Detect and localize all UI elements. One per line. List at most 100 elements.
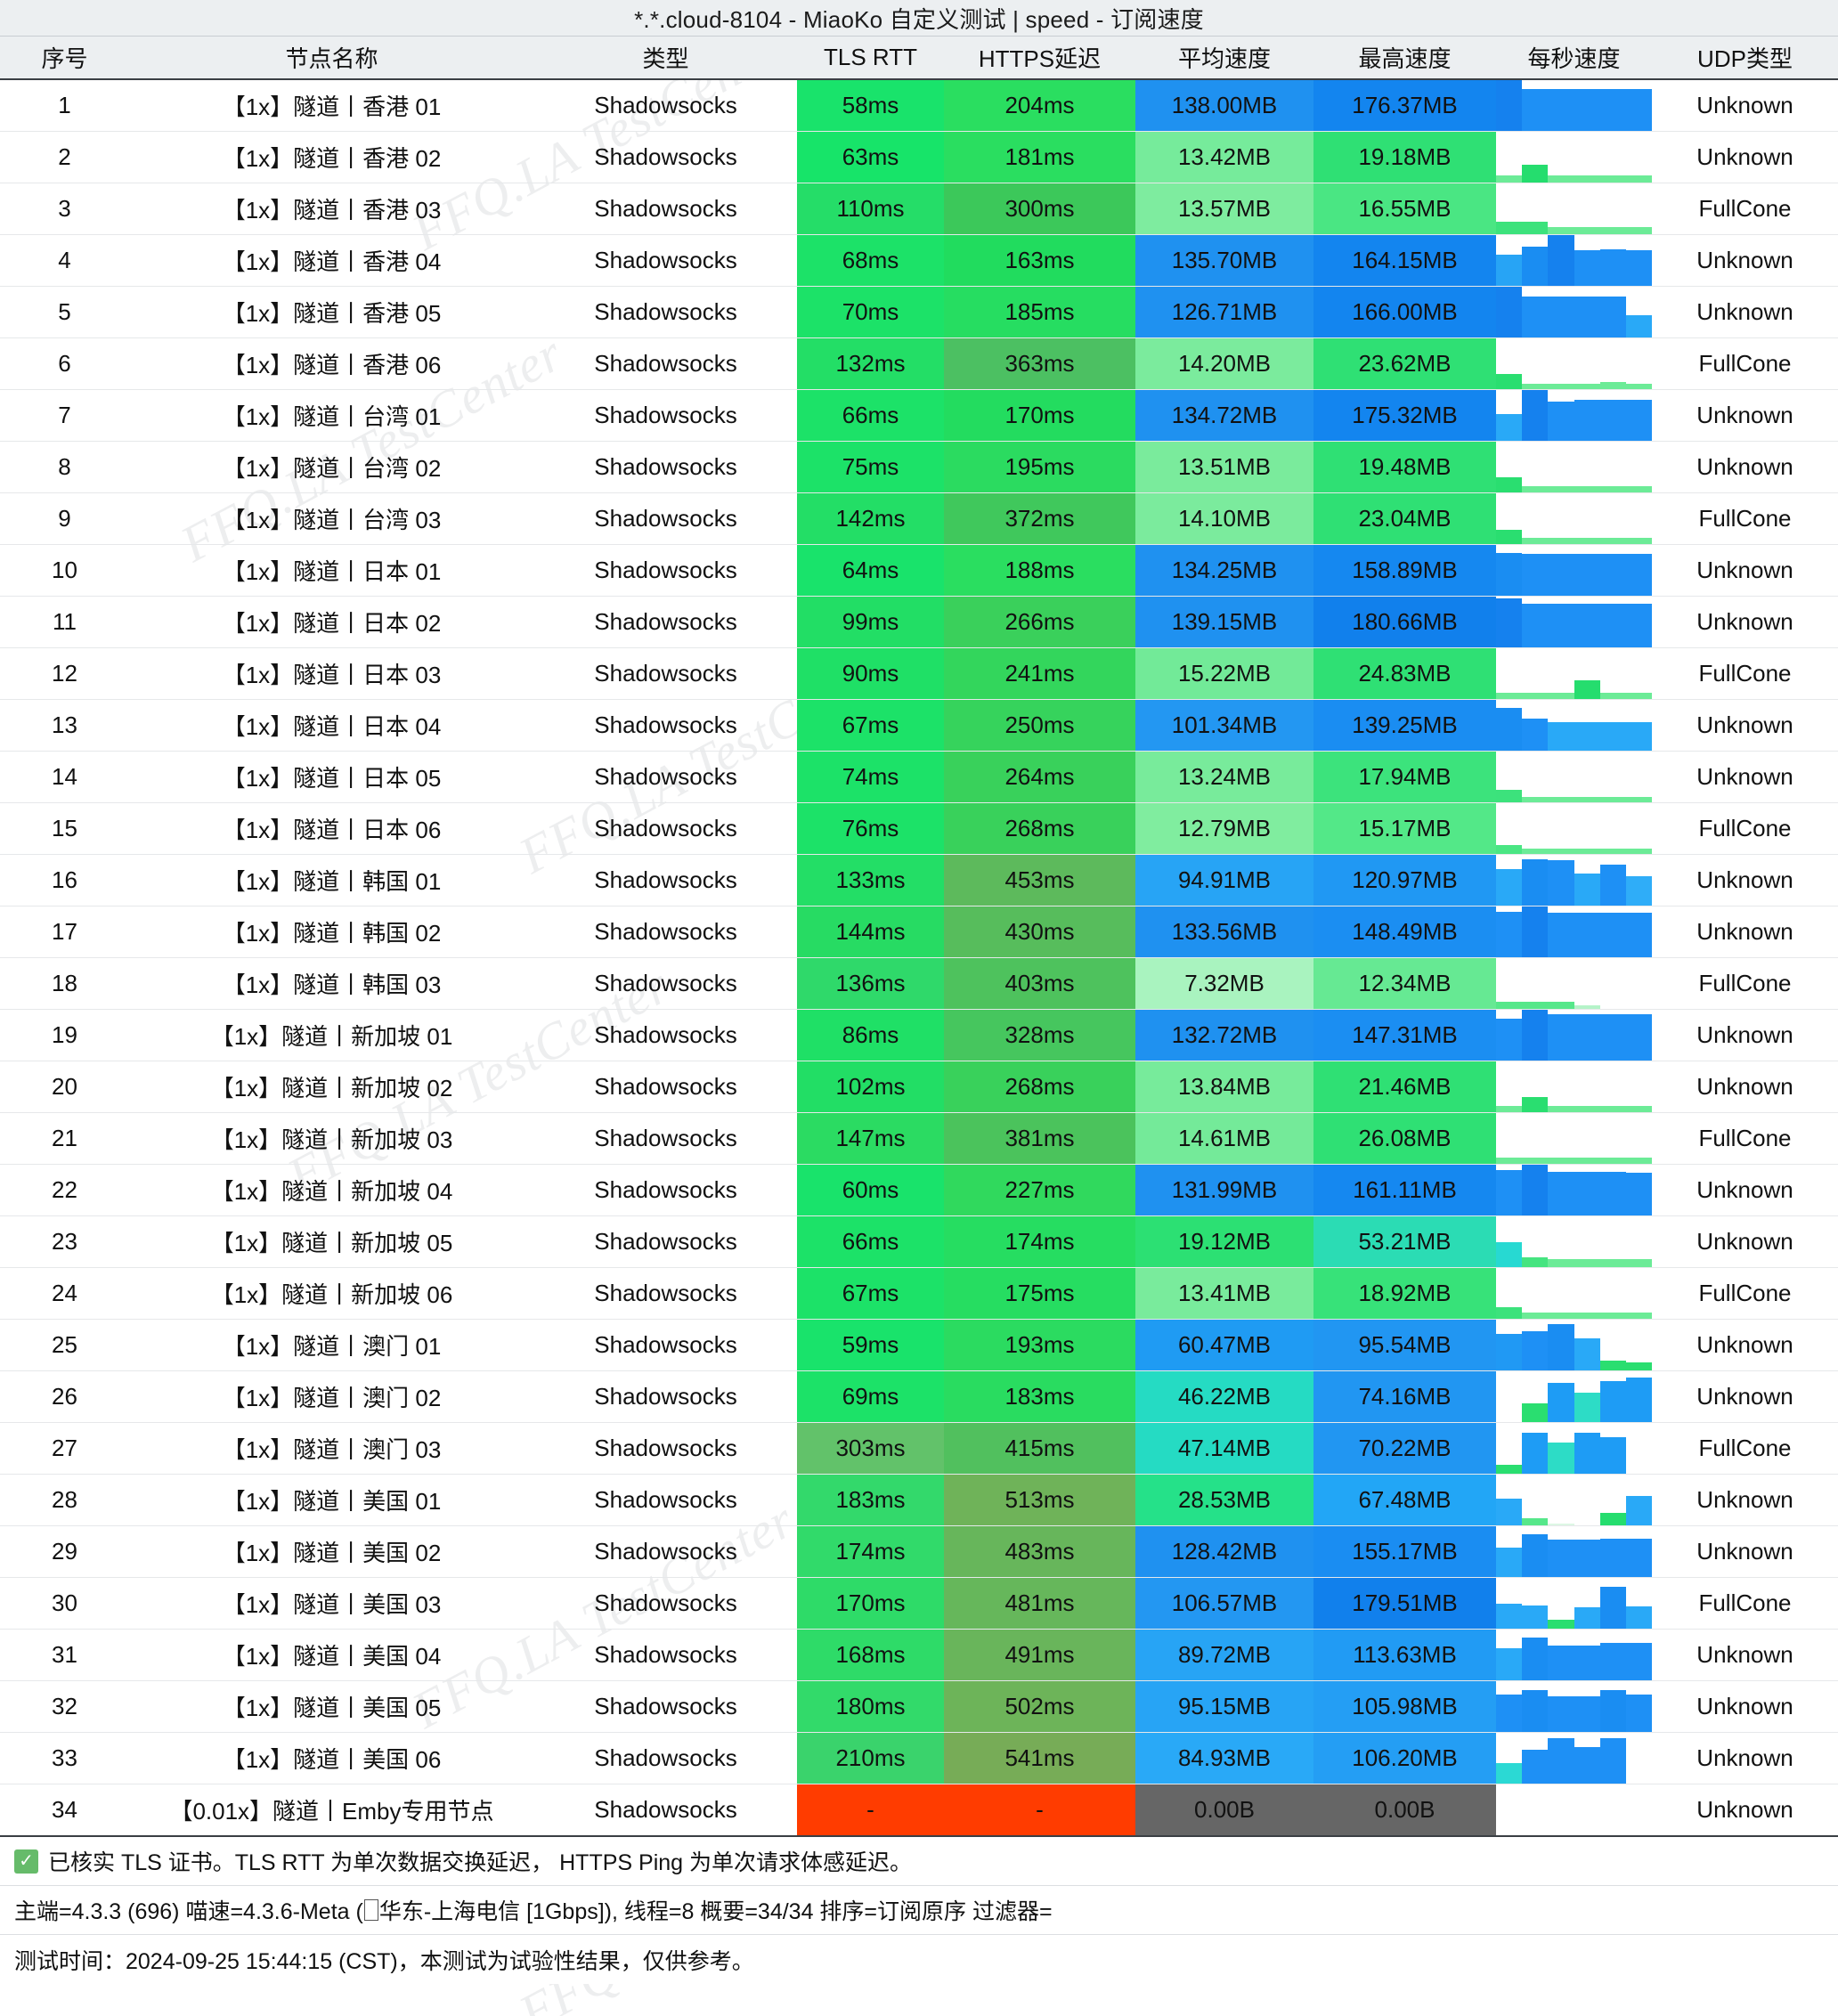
table-row[interactable]: 2 【1x】隧道丨香港 02 Shadowsocks 63ms 181ms 13.42MB…: [0, 131, 1838, 183]
sparkline-bar: [1625, 1158, 1652, 1164]
table-row[interactable]: 26 【1x】隧道丨澳门 02 Shadowsocks 69ms 183ms 46.22M…: [0, 1370, 1838, 1423]
table-row[interactable]: 23 【1x】隧道丨新加坡 05 Shadowsocks 66ms 174ms 19.12…: [0, 1215, 1838, 1268]
table-row[interactable]: 22 【1x】隧道丨新加坡 04 Shadowsocks 60ms 227ms 131.9…: [0, 1164, 1838, 1216]
sparkline-bar: [1496, 221, 1523, 234]
column-header-index[interactable]: 序号: [0, 37, 129, 80]
row-node-type: Shadowsocks: [534, 802, 797, 855]
row-udp-type: Unknown: [1652, 441, 1838, 493]
sparkline-bar: [1574, 912, 1600, 957]
sparkline-bar: [1574, 848, 1600, 854]
row-tls-rtt: 174ms: [797, 1525, 944, 1578]
row-node-type: Shadowsocks: [534, 1680, 797, 1733]
row-avg-speed: 7.32MB: [1135, 957, 1313, 1010]
table-row[interactable]: 28 【1x】隧道丨美国 01 Shadowsocks 183ms 513ms 28.53…: [0, 1474, 1838, 1526]
table-row[interactable]: 6 【1x】隧道丨香港 06 Shadowsocks 132ms 363ms 14.20M…: [0, 337, 1838, 390]
table-row[interactable]: 24 【1x】隧道丨新加坡 06 Shadowsocks 67ms 175ms 13.41…: [0, 1267, 1838, 1320]
sparkline-bar: [1574, 227, 1600, 234]
sparkline-bar: [1496, 373, 1523, 389]
table-row[interactable]: 4 【1x】隧道丨香港 04 Shadowsocks 68ms 163ms 135.70M…: [0, 234, 1838, 287]
row-avg-speed: 126.71MB: [1135, 286, 1313, 338]
table-row[interactable]: 8 【1x】隧道丨台湾 02 Shadowsocks 75ms 195ms 13.51MB…: [0, 441, 1838, 493]
table-row[interactable]: 3 【1x】隧道丨香港 03 Shadowsocks 110ms 300ms 13.57M…: [0, 183, 1838, 235]
row-avg-speed: 135.70MB: [1135, 234, 1313, 287]
row-index: 16: [0, 854, 129, 906]
sparkline-bar: [1574, 1005, 1600, 1009]
table-row[interactable]: 31 【1x】隧道丨美国 04 Shadowsocks 168ms 491ms 89.72…: [0, 1629, 1838, 1681]
sparkline-bar: [1496, 790, 1523, 802]
row-max-speed: 113.63MB: [1313, 1629, 1496, 1681]
table-row[interactable]: 15 【1x】隧道丨日本 06 Shadowsocks 76ms 268ms 12.79M…: [0, 802, 1838, 855]
row-index: 14: [0, 751, 129, 803]
table-row[interactable]: 10 【1x】隧道丨日本 01 Shadowsocks 64ms 188ms 134.25…: [0, 544, 1838, 597]
column-header-name[interactable]: 节点名称: [129, 37, 534, 80]
sparkline-bar: [1522, 383, 1549, 389]
row-tls-rtt: 60ms: [797, 1164, 944, 1216]
table-row[interactable]: 25 【1x】隧道丨澳门 01 Shadowsocks 59ms 193ms 60.47M…: [0, 1319, 1838, 1371]
table-row[interactable]: 27 【1x】隧道丨澳门 03 Shadowsocks 303ms 415ms 47.14…: [0, 1422, 1838, 1475]
column-header-max-speed[interactable]: 最高速度: [1313, 37, 1496, 80]
row-tls-rtt: 66ms: [797, 389, 944, 442]
table-row[interactable]: 34 【0.01x】隧道丨Emby专用节点 Shadowsocks - -0.00B 0.…: [0, 1784, 1838, 1837]
sparkline-bar: [1548, 859, 1574, 906]
table-row[interactable]: 17 【1x】隧道丨韩国 02 Shadowsocks 144ms 430ms 133.5…: [0, 906, 1838, 958]
table-row[interactable]: 19 【1x】隧道丨新加坡 01 Shadowsocks 86ms 328ms 132.7…: [0, 1009, 1838, 1061]
column-header-avg-speed[interactable]: 平均速度: [1135, 37, 1313, 80]
table-row[interactable]: 5 【1x】隧道丨香港 05 Shadowsocks 70ms 185ms 126.71M…: [0, 286, 1838, 338]
row-node-name: 【1x】隧道丨美国 01: [129, 1474, 534, 1526]
table-row[interactable]: 9 【1x】隧道丨台湾 03 Shadowsocks 142ms 372ms 14.10M…: [0, 492, 1838, 545]
row-speed-sparkline: [1496, 79, 1652, 132]
table-row[interactable]: 32 【1x】隧道丨美国 05 Shadowsocks 180ms 502ms 95.15…: [0, 1680, 1838, 1733]
row-node-name: 【1x】隧道丨澳门 02: [129, 1370, 534, 1423]
row-index: 32: [0, 1680, 129, 1733]
row-https-latency: 266ms: [944, 596, 1135, 648]
table-row[interactable]: 18 【1x】隧道丨韩国 03 Shadowsocks 136ms 403ms 7.32M…: [0, 957, 1838, 1010]
footer-tls-note: ✓ 已核实 TLS 证书。TLS RTT 为单次数据交换延迟， HTTPS Pi…: [0, 1837, 1838, 1886]
row-index: 21: [0, 1112, 129, 1165]
column-header-per-second-speed[interactable]: 每秒速度: [1496, 37, 1652, 80]
row-https-latency: 193ms: [944, 1319, 1135, 1371]
table-header: 序号 节点名称 类型 TLS RTT HTTPS延迟 平均速度 最高速度 每秒速…: [0, 37, 1838, 80]
row-index: 7: [0, 389, 129, 442]
sparkline-bar: [1522, 1256, 1549, 1267]
row-node-type: Shadowsocks: [534, 596, 797, 648]
table-row[interactable]: 13 【1x】隧道丨日本 04 Shadowsocks 67ms 250ms 101.34…: [0, 699, 1838, 752]
row-udp-type: FullCone: [1652, 802, 1838, 855]
table-row[interactable]: 12 【1x】隧道丨日本 03 Shadowsocks 90ms 241ms 15.22M…: [0, 647, 1838, 700]
row-index: 26: [0, 1370, 129, 1423]
table-row[interactable]: 14 【1x】隧道丨日本 05 Shadowsocks 74ms 264ms 13.24M…: [0, 751, 1838, 803]
sparkline-bar: [1574, 1013, 1600, 1061]
row-max-speed: 23.04MB: [1313, 492, 1496, 545]
sparkline-bar: [1574, 1696, 1600, 1732]
row-node-type: Shadowsocks: [534, 647, 797, 700]
sparkline-bar: [1496, 414, 1523, 441]
row-node-name: 【1x】隧道丨香港 02: [129, 131, 534, 183]
row-https-latency: 268ms: [944, 802, 1135, 855]
row-https-latency: 227ms: [944, 1164, 1135, 1216]
row-https-latency: 483ms: [944, 1525, 1135, 1578]
row-tls-rtt: 210ms: [797, 1732, 944, 1784]
sparkline-bar: [1574, 538, 1600, 544]
table-row[interactable]: 11 【1x】隧道丨日本 02 Shadowsocks 99ms 266ms 139.15…: [0, 596, 1838, 648]
column-header-type[interactable]: 类型: [534, 37, 797, 80]
table-row[interactable]: 1 【1x】隧道丨香港 01 Shadowsocks 58ms 204ms 138.00M…: [0, 79, 1838, 132]
table-row[interactable]: 30 【1x】隧道丨美国 03 Shadowsocks 170ms 481ms 106.5…: [0, 1577, 1838, 1630]
table-row[interactable]: 20 【1x】隧道丨新加坡 02 Shadowsocks 102ms 268ms 13.8…: [0, 1061, 1838, 1113]
row-udp-type: Unknown: [1652, 1319, 1838, 1371]
table-row[interactable]: 16 【1x】隧道丨韩国 01 Shadowsocks 133ms 453ms 94.91…: [0, 854, 1838, 906]
column-header-udp-type[interactable]: UDP类型: [1652, 37, 1838, 80]
column-header-tls-rtt[interactable]: TLS RTT: [797, 37, 944, 80]
row-index: 19: [0, 1009, 129, 1061]
sparkline-bar: [1548, 1013, 1574, 1061]
sparkline-bar: [1548, 848, 1574, 854]
table-row[interactable]: 33 【1x】隧道丨美国 06 Shadowsocks 210ms 541ms 84.93…: [0, 1732, 1838, 1784]
row-max-speed: 26.08MB: [1313, 1112, 1496, 1165]
table-row[interactable]: 21 【1x】隧道丨新加坡 03 Shadowsocks 147ms 381ms 14.6…: [0, 1112, 1838, 1165]
sparkline-bar: [1522, 1403, 1549, 1422]
column-header-https-latency[interactable]: HTTPS延迟: [944, 37, 1135, 80]
row-avg-speed: 138.00MB: [1135, 79, 1313, 132]
table-row[interactable]: 29 【1x】隧道丨美国 02 Shadowsocks 174ms 483ms 128.4…: [0, 1525, 1838, 1578]
row-avg-speed: 132.72MB: [1135, 1009, 1313, 1061]
row-node-type: Shadowsocks: [534, 699, 797, 752]
row-tls-rtt: 147ms: [797, 1112, 944, 1165]
table-row[interactable]: 7 【1x】隧道丨台湾 01 Shadowsocks 66ms 170ms 134.72M…: [0, 389, 1838, 442]
